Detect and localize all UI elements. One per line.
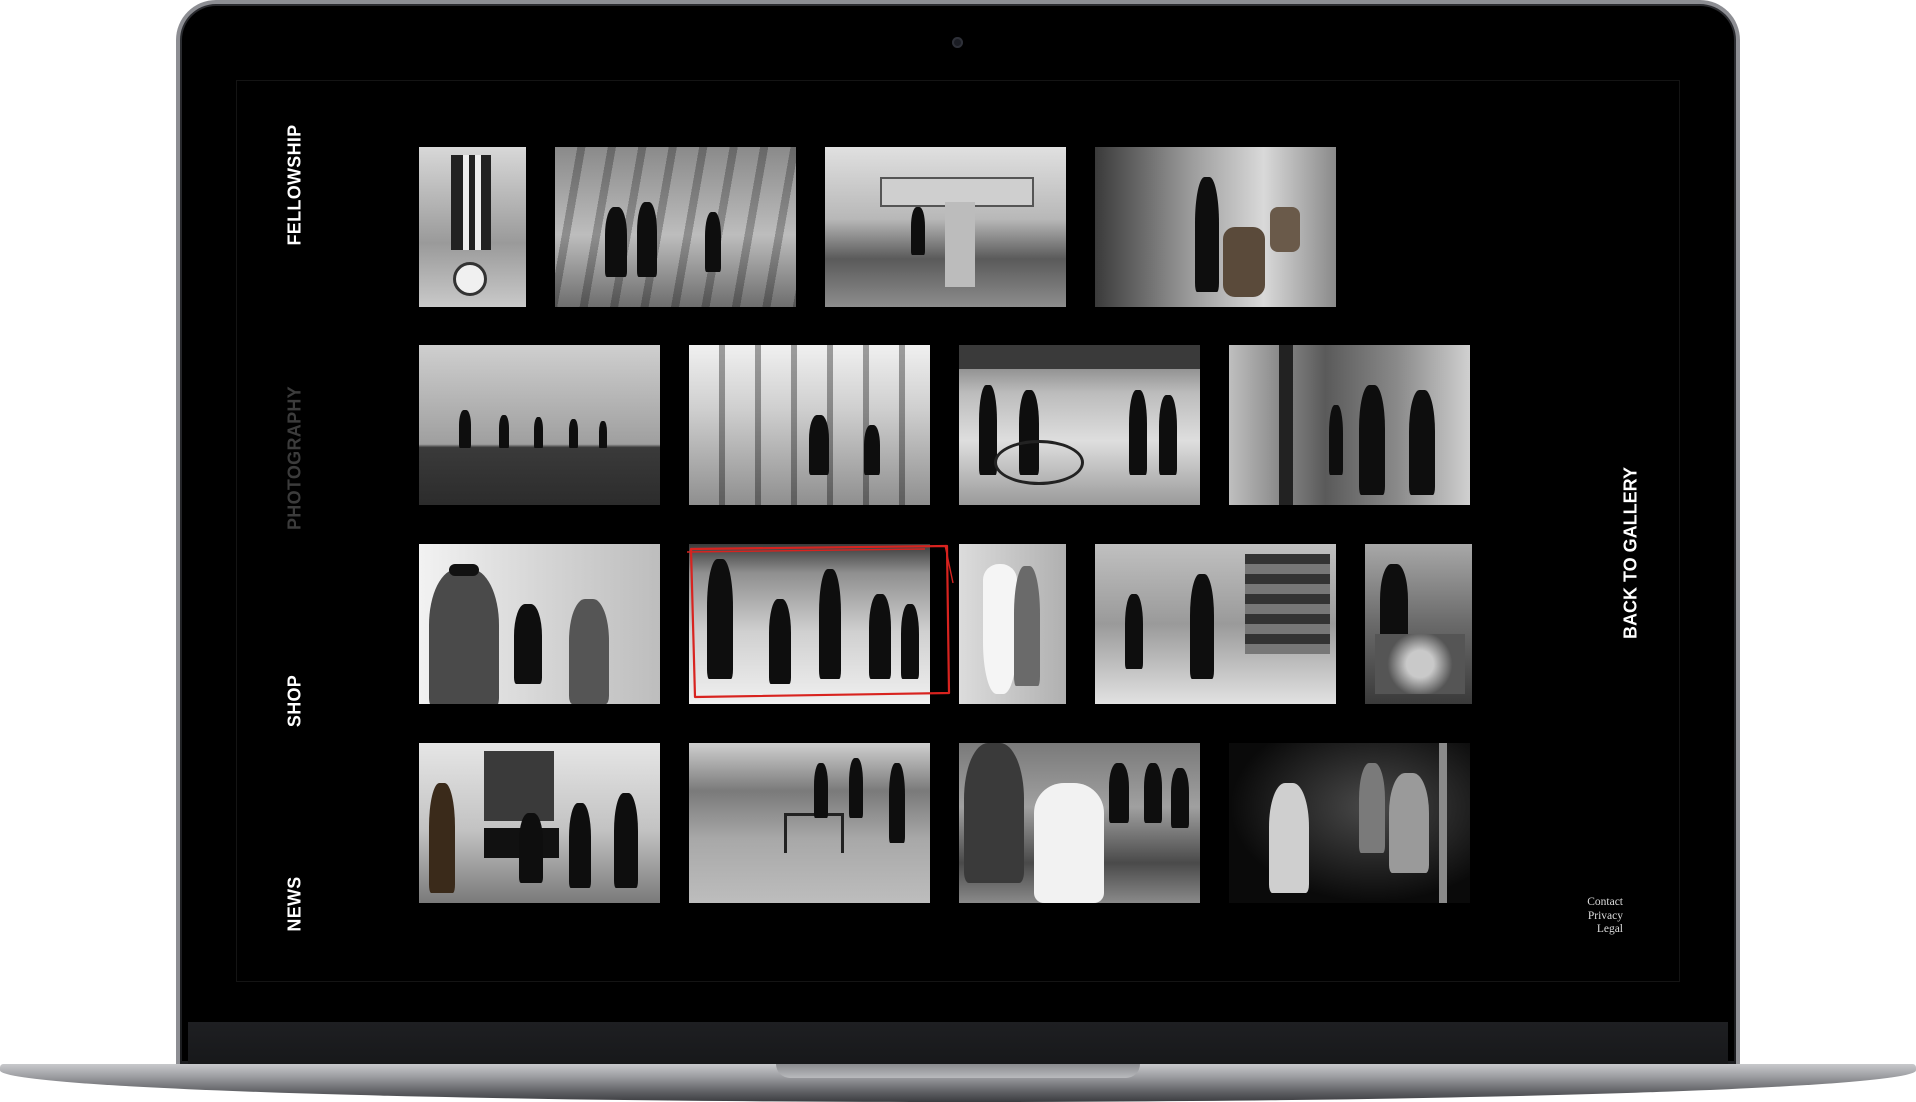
photo-thumbnail[interactable]: [959, 743, 1200, 903]
side-navigation: FELLOWSHIP PHOTOGRAPHY SHOP NEWS: [237, 81, 357, 981]
photo-thumbnail[interactable]: [825, 147, 1066, 307]
photo-thumbnail[interactable]: [1229, 345, 1470, 505]
photo-thumbnail[interactable]: [959, 544, 1066, 704]
photo-thumbnail[interactable]: [959, 345, 1200, 505]
website-screen: FELLOWSHIP PHOTOGRAPHY SHOP NEWS BACK TO…: [236, 80, 1680, 982]
nav-fellowship[interactable]: FELLOWSHIP: [285, 125, 306, 246]
webcam-icon: [952, 37, 963, 48]
photo-thumbnail[interactable]: [689, 743, 930, 903]
photo-thumbnail[interactable]: [555, 147, 796, 307]
photo-thumbnail[interactable]: [1229, 743, 1470, 903]
laptop-hinge-notch: [776, 1064, 1140, 1078]
privacy-link[interactable]: Privacy: [1587, 910, 1623, 924]
nav-news[interactable]: NEWS: [285, 876, 306, 931]
photo-thumbnail[interactable]: [419, 147, 526, 307]
legal-link[interactable]: Legal: [1587, 923, 1623, 937]
photo-thumbnail[interactable]: [419, 345, 660, 505]
photo-thumbnail[interactable]: [689, 544, 930, 704]
laptop-chin: [188, 1022, 1728, 1064]
contact-link[interactable]: Contact: [1587, 896, 1623, 910]
photo-thumbnail[interactable]: [419, 544, 660, 704]
photo-thumbnail[interactable]: [689, 345, 930, 505]
photo-thumbnail[interactable]: [1095, 544, 1336, 704]
photo-thumbnail[interactable]: [1095, 147, 1336, 307]
footer-links: Contact Privacy Legal: [1587, 896, 1623, 937]
photo-thumbnail[interactable]: [419, 743, 660, 903]
back-to-gallery-link[interactable]: BACK TO GALLERY: [1621, 467, 1642, 639]
nav-shop[interactable]: SHOP: [285, 675, 306, 727]
photo-thumbnail[interactable]: [1365, 544, 1472, 704]
nav-photography[interactable]: PHOTOGRAPHY: [285, 386, 306, 530]
